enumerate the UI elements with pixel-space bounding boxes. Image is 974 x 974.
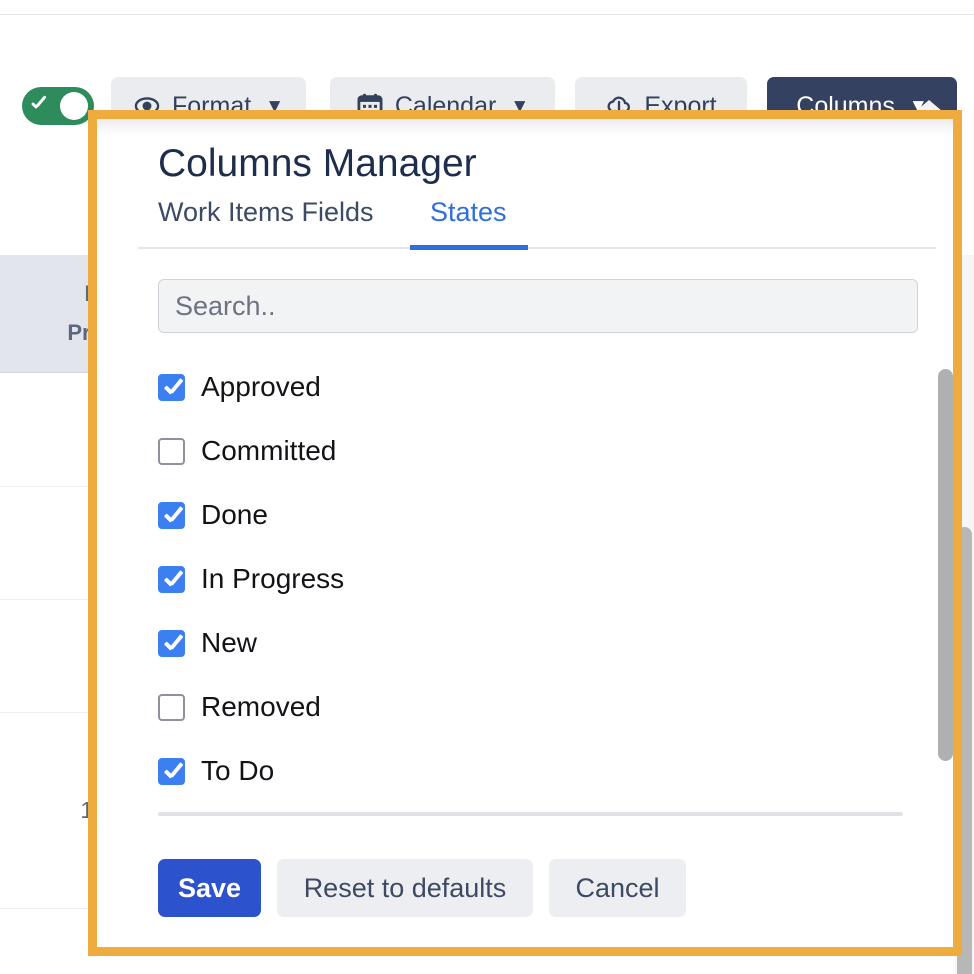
toolbar: Format ▼ Calendar ▼ bbox=[0, 36, 974, 106]
list-item[interactable]: Removed bbox=[158, 687, 858, 727]
list-item[interactable]: Done bbox=[158, 495, 858, 535]
dialog-tabs: Work Items Fields States bbox=[138, 197, 936, 251]
checkbox-in-progress[interactable] bbox=[158, 566, 185, 593]
tab-label: Work Items Fields bbox=[158, 197, 374, 228]
check-icon bbox=[28, 96, 48, 116]
list-item-label: Removed bbox=[201, 691, 321, 723]
search-input[interactable] bbox=[158, 279, 918, 333]
list-item[interactable]: Approved bbox=[158, 367, 858, 407]
list-item-label: In Progress bbox=[201, 563, 344, 595]
columns-manager-highlight: Columns Manager Work Items Fields States… bbox=[88, 110, 962, 956]
columns-manager-dialog: Columns Manager Work Items Fields States… bbox=[97, 119, 953, 947]
states-list-scrollbar-thumb[interactable] bbox=[938, 369, 953, 761]
list-item-label: Committed bbox=[201, 435, 336, 467]
page-title: Columns Manager bbox=[158, 142, 477, 186]
toggle-knob bbox=[60, 92, 88, 120]
list-item-label: Done bbox=[201, 499, 268, 531]
checkbox-new[interactable] bbox=[158, 630, 185, 657]
app-root: Format ▼ Calendar ▼ bbox=[0, 0, 974, 974]
view-toggle[interactable] bbox=[22, 87, 94, 125]
active-tab-indicator bbox=[410, 245, 528, 250]
footer-divider bbox=[158, 812, 903, 816]
list-item-label: Approved bbox=[201, 371, 321, 403]
states-list: Approved Committed Done In Progress New bbox=[158, 367, 933, 802]
page-top-divider bbox=[0, 14, 974, 15]
list-item[interactable]: To Do bbox=[158, 751, 858, 791]
list-item[interactable]: New bbox=[158, 623, 858, 663]
reset-to-defaults-button[interactable]: Reset to defaults bbox=[277, 859, 533, 917]
list-item[interactable]: In Progress bbox=[158, 559, 858, 599]
list-item[interactable]: Committed bbox=[158, 431, 858, 471]
checkbox-approved[interactable] bbox=[158, 374, 185, 401]
list-item-label: New bbox=[201, 627, 257, 659]
tab-label: States bbox=[430, 197, 507, 228]
cancel-button[interactable]: Cancel bbox=[549, 859, 686, 917]
checkbox-to-do[interactable] bbox=[158, 758, 185, 785]
checkbox-done[interactable] bbox=[158, 502, 185, 529]
save-button[interactable]: Save bbox=[158, 859, 261, 917]
checkbox-removed[interactable] bbox=[158, 694, 185, 721]
list-item-label: To Do bbox=[201, 755, 274, 787]
tab-states[interactable]: States bbox=[430, 197, 507, 251]
checkbox-committed[interactable] bbox=[158, 438, 185, 465]
tab-work-items-fields[interactable]: Work Items Fields bbox=[158, 197, 374, 251]
dialog-header-gradient bbox=[97, 119, 953, 135]
